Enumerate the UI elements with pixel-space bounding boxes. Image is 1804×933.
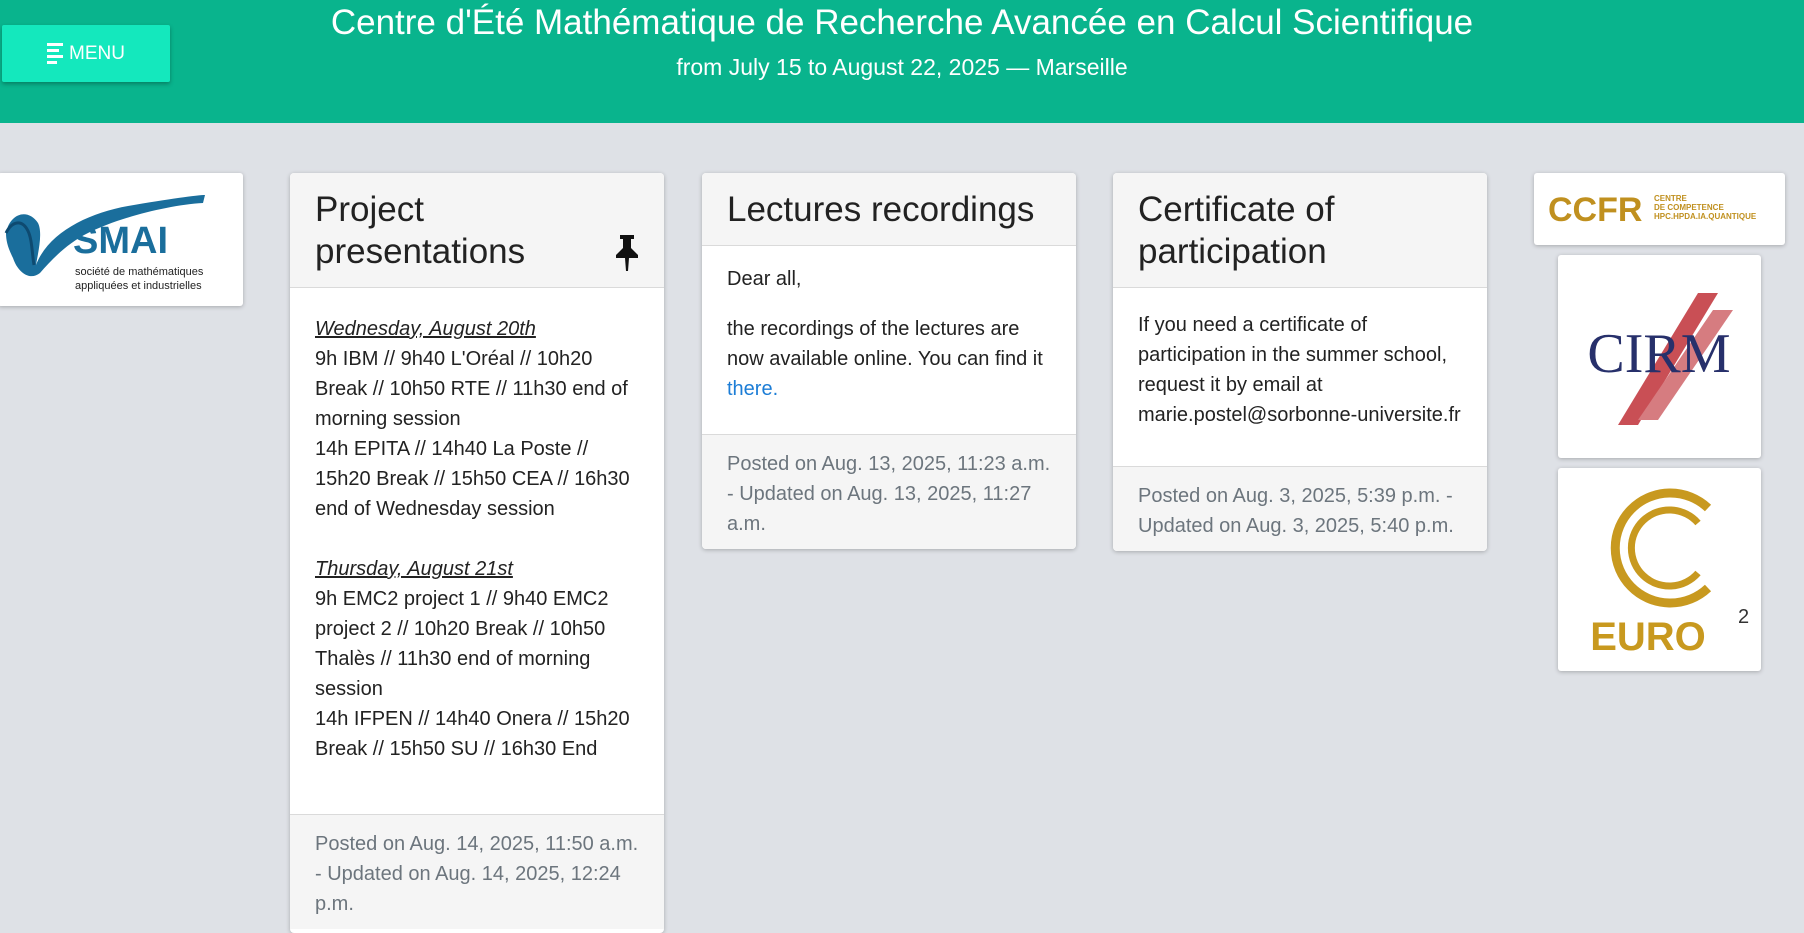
- card-body: Dear all, the recordings of the lectures…: [702, 246, 1076, 434]
- card-footer: Posted on Aug. 14, 2025, 11:50 a.m. - Up…: [290, 814, 664, 929]
- card-body: Wednesday, August 20th 9h IBM // 9h40 L'…: [290, 288, 664, 814]
- schedule-line: 14h IFPEN // 14h40 Onera // 15h20 Break …: [315, 708, 630, 760]
- card-lectures-recordings: Lectures recordings Dear all, the record…: [702, 173, 1076, 549]
- page-title: Centre d'Été Mathématique de Recherche A…: [330, 3, 1474, 42]
- schedule-line: 9h EMC2 project 1 // 9h40 EMC2 project 2…: [315, 588, 609, 700]
- ccfr-logo[interactable]: CCFR CENTRE DE COMPETENCE HPC.HPDA.IA.QU…: [1534, 173, 1785, 245]
- euro2-logo[interactable]: EURO 2: [1558, 468, 1761, 671]
- body-text: If you need a certificate of participati…: [1138, 314, 1461, 426]
- page-subtitle: from July 15 to August 22, 2025 — Marsei…: [676, 54, 1128, 80]
- recordings-link[interactable]: there.: [727, 378, 778, 400]
- card-header: Lectures recordings: [702, 173, 1076, 246]
- card-footer: Posted on Aug. 3, 2025, 5:39 p.m. - Upda…: [1113, 466, 1487, 551]
- day-heading: Wednesday, August 20th: [315, 318, 536, 340]
- svg-text:CCFR: CCFR: [1548, 191, 1642, 229]
- svg-text:HPC.HPDA.IA.QUANTIQUE: HPC.HPDA.IA.QUANTIQUE: [1654, 212, 1757, 221]
- pin-icon: [616, 235, 638, 271]
- svg-text:DE COMPETENCE: DE COMPETENCE: [1654, 203, 1724, 212]
- card-footer: Posted on Aug. 13, 2025, 11:23 a.m. - Up…: [702, 434, 1076, 549]
- card-title: Project presentations: [315, 190, 526, 271]
- card-title: Lectures recordings: [727, 190, 1035, 229]
- card-certificate: Certificate of participation If you need…: [1113, 173, 1487, 551]
- svg-text:CIRM: CIRM: [1587, 323, 1730, 385]
- smai-logo[interactable]: SMAI société de mathématiques appliquées…: [0, 173, 243, 306]
- ccfr-logo-graphic: CCFR CENTRE DE COMPETENCE HPC.HPDA.IA.QU…: [1548, 191, 1757, 229]
- cirm-logo-graphic: CIRM: [1587, 293, 1733, 425]
- card-title: Certificate of participation: [1138, 190, 1335, 271]
- body-text: the recordings of the lectures are now a…: [727, 318, 1043, 400]
- svg-text:SMAI: SMAI: [73, 220, 168, 262]
- cirm-logo[interactable]: CIRM: [1558, 255, 1761, 458]
- smai-logo-graphic: SMAI société de mathématiques appliquées…: [4, 195, 205, 292]
- day-heading: Thursday, August 21st: [315, 558, 513, 580]
- schedule-line: 14h EPITA // 14h40 La Poste // 15h20 Bre…: [315, 438, 630, 520]
- svg-text:appliquées et industrielles: appliquées et industrielles: [75, 280, 202, 292]
- svg-text:société de mathématiques: société de mathématiques: [75, 266, 204, 278]
- euro2-logo-graphic: EURO 2: [1590, 488, 1749, 659]
- schedule-line: 9h IBM // 9h40 L'Oréal // 10h20 Break //…: [315, 348, 628, 430]
- greeting-text: Dear all,: [727, 268, 802, 290]
- svg-text:EURO: EURO: [1590, 615, 1706, 659]
- card-project-presentations: Project presentations Wednesday, August …: [290, 173, 664, 933]
- card-body: If you need a certificate of participati…: [1113, 288, 1487, 466]
- svg-text:2: 2: [1738, 606, 1749, 628]
- card-header: Project presentations: [290, 173, 664, 288]
- card-header: Certificate of participation: [1113, 173, 1487, 288]
- svg-text:CENTRE: CENTRE: [1654, 194, 1688, 203]
- top-header: MENU Centre d'Été Mathématique de Recher…: [0, 0, 1804, 123]
